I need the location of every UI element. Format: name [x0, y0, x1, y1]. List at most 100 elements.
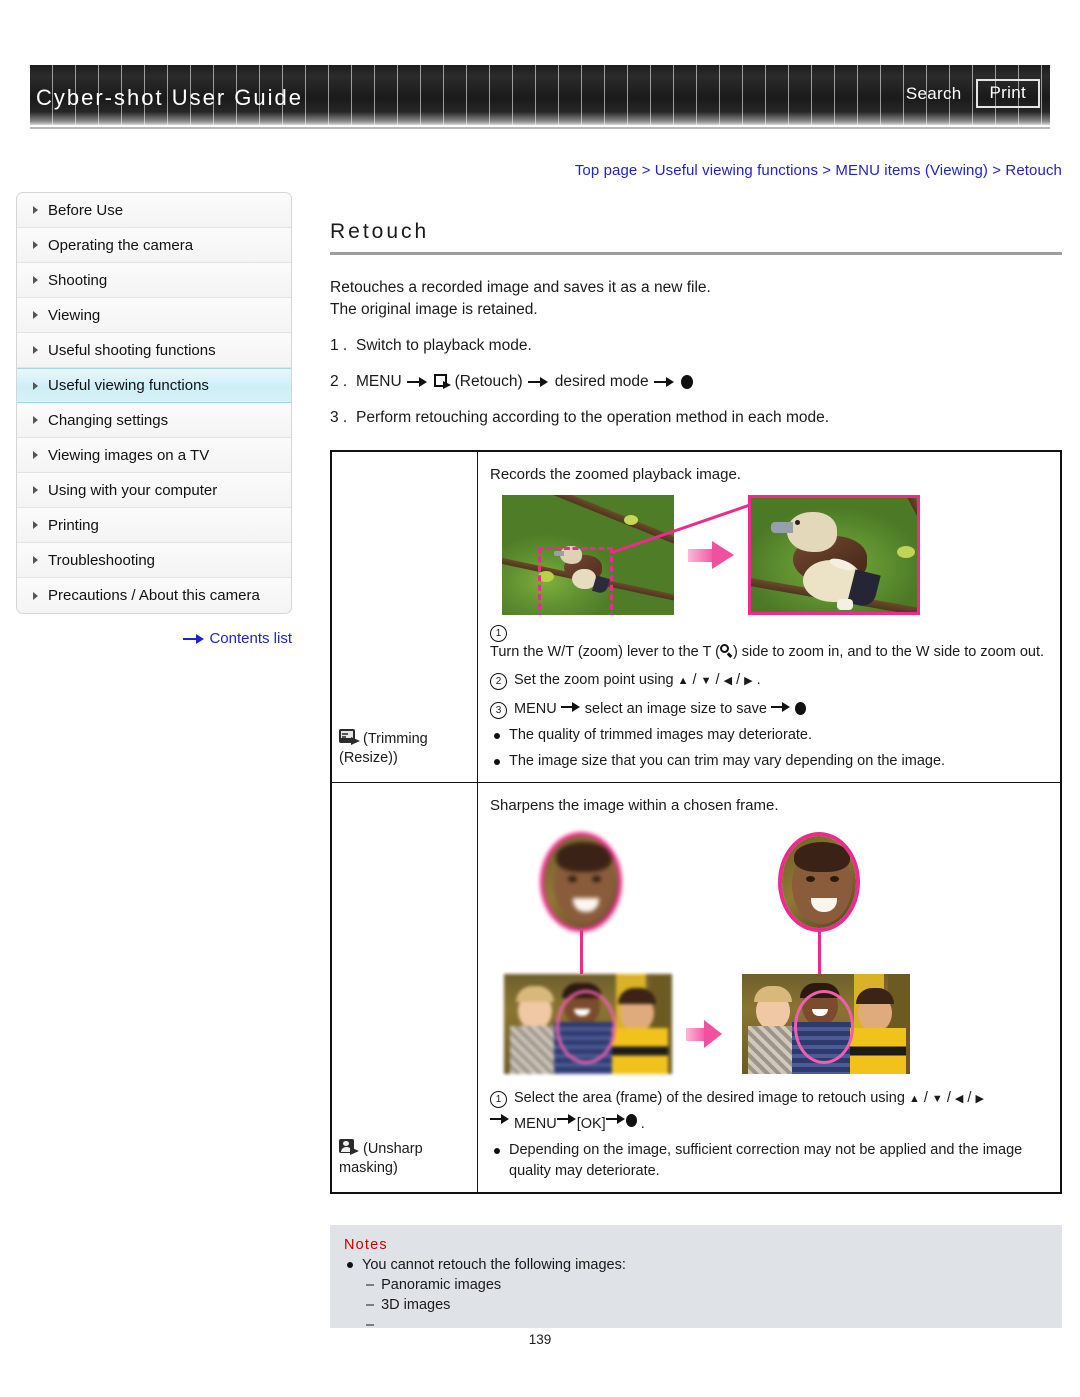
step-3-number: 3 . [330, 409, 348, 426]
breadcrumb[interactable]: Top page > Useful viewing functions > ME… [575, 162, 1062, 179]
center-button-icon [625, 1114, 637, 1127]
transform-arrow-icon [686, 1020, 724, 1048]
sidebar-item-label: Before Use [48, 201, 124, 219]
arrow-right-icon [770, 702, 791, 712]
unsharp-bullet-1-text: Depending on the image, sufficient corre… [509, 1142, 1023, 1179]
trimming-substep-1-text-b: ) side to zoom in, and to the W side to … [732, 644, 1045, 660]
desc-cell-unsharp: Sharpens the image within a chosen frame… [477, 782, 1062, 1194]
unsharp-substep-2: MENU [OK] . [490, 1114, 1050, 1135]
magnified-face-before [540, 832, 622, 932]
kids-photo-before [504, 974, 672, 1074]
arrow-right-icon [527, 376, 550, 388]
step-3-text: Perform retouching according to the oper… [356, 409, 830, 426]
app-header: Cyber-shot User Guide Search Print [30, 65, 1050, 125]
magnifier-connector [818, 930, 821, 974]
note-sub-item-text: Panoramic images [381, 1277, 502, 1293]
down-arrow-icon: ▼ [700, 675, 712, 687]
up-arrow-icon: ▲ [908, 1093, 920, 1105]
sidebar-item-label: Printing [48, 516, 99, 534]
unsharp-substep-2-text-b: [OK] [576, 1116, 606, 1132]
trimming-icon [339, 729, 360, 746]
center-button-icon [680, 375, 693, 389]
magnifier-icon [719, 644, 733, 658]
sidebar-item-changing-settings[interactable]: Changing settings [17, 403, 291, 438]
bullet-icon [494, 1148, 500, 1154]
title-divider [330, 252, 1062, 255]
sidebar-item-operating-the-camera[interactable]: Operating the camera [17, 228, 291, 263]
retouch-modes-table: (Trimming (Resize)) Records the zoomed p… [330, 450, 1062, 1194]
left-arrow-icon: ◀ [723, 675, 733, 687]
mode-label-trimming-b: (Resize)) [339, 750, 398, 766]
chevron-right-icon [33, 381, 38, 390]
sidebar-item-printing[interactable]: Printing [17, 508, 291, 543]
trimming-substep-1: 1 Turn the W/T (zoom) lever to the T ( ) … [490, 622, 1050, 663]
retouch-icon [433, 374, 453, 390]
step-1-number: 1 . [330, 337, 348, 354]
table-row: (Trimming (Resize)) Records the zoomed p… [330, 450, 1062, 783]
mode-cell-unsharp: (Unsharp masking) [330, 782, 478, 1194]
search-link[interactable]: Search [906, 84, 962, 104]
left-arrow-icon: ◀ [954, 1093, 964, 1105]
arrow-right-icon [183, 633, 205, 644]
sidebar-item-shooting[interactable]: Shooting [17, 263, 291, 298]
sidebar-item-label: Precautions / About this camera [48, 587, 260, 604]
sidebar-nav: Before Use Operating the camera Shooting… [16, 192, 292, 614]
dash-icon: – [366, 1297, 375, 1313]
up-arrow-icon: ▲ [677, 675, 689, 687]
trimming-substep-1-text-a: Turn the W/T (zoom) lever to the T ( [490, 644, 720, 660]
step-2-number: 2 . [330, 373, 348, 390]
sidebar-item-useful-viewing-functions[interactable]: Useful viewing functions [17, 368, 291, 403]
sidebar-item-using-with-your-computer[interactable]: Using with your computer [17, 473, 291, 508]
circle-number-icon: 1 [490, 625, 507, 642]
chevron-right-icon [33, 416, 38, 424]
note-sub-item: –3D images [344, 1295, 1062, 1315]
sidebar-item-label: Viewing images on a TV [48, 446, 210, 464]
trimming-substep-2-text-b: . [756, 672, 761, 688]
sidebar-item-label: Shooting [48, 271, 108, 289]
sidebar-item-useful-shooting-functions[interactable]: Useful shooting functions [17, 333, 291, 368]
trimming-substep-2-text-a: Set the zoom point using [514, 672, 674, 688]
sidebar-item-before-use[interactable]: Before Use [17, 193, 291, 228]
sidebar-item-label: Useful viewing functions [48, 377, 209, 394]
sidebar-item-troubleshooting[interactable]: Troubleshooting [17, 543, 291, 578]
step-1-text: Switch to playback mode. [356, 337, 532, 354]
intro-line-1: Retouches a recorded image and saves it … [330, 279, 711, 296]
app-title: Cyber-shot User Guide [36, 85, 303, 110]
step-2-menu-label: MENU [356, 373, 402, 390]
circle-number-icon: 3 [490, 702, 507, 719]
sidebar-item-viewing[interactable]: Viewing [17, 298, 291, 333]
unsharp-bullet-1: Depending on the image, sufficient corre… [490, 1140, 1050, 1182]
trim-selection-box [538, 547, 613, 615]
chevron-right-icon [33, 521, 38, 529]
circle-number-icon: 2 [490, 673, 507, 690]
sidebar-item-viewing-images-on-a-tv[interactable]: Viewing images on a TV [17, 438, 291, 473]
sidebar-item-precautions-about-this-camera[interactable]: Precautions / About this camera [17, 578, 291, 613]
print-button[interactable]: Print [975, 79, 1040, 108]
step-2-retouch-label: (Retouch) [454, 373, 523, 390]
unsharp-substep-1-text-a: Select the area (frame) of the desired i… [514, 1090, 905, 1106]
arrow-right-icon [560, 702, 581, 712]
selected-frame-ring-after [794, 990, 854, 1064]
unsharp-masking-figure [500, 826, 930, 1081]
trimming-bullet-2-text: The image size that you can trim may var… [509, 753, 946, 769]
sidebar-item-label: Useful shooting functions [48, 341, 216, 359]
contents-list-link[interactable]: Contents list [16, 630, 292, 647]
mode-label-unsharp-a: (Unsharp [363, 1141, 423, 1157]
trimming-substep-3-text-b: select an image size to save [584, 701, 767, 717]
chevron-right-icon [33, 486, 38, 494]
chevron-right-icon [33, 241, 38, 249]
desc-cell-trimming: Records the zoomed playback image. 1 Tur… [477, 450, 1062, 783]
chevron-right-icon [33, 451, 38, 459]
arrow-right-icon [653, 376, 676, 388]
magnified-face-after [778, 832, 860, 932]
kids-photo-after [742, 974, 910, 1074]
bullet-icon [347, 1262, 353, 1268]
main-content: Retouch Retouches a recorded image and s… [330, 220, 1062, 429]
page-number: 139 [528, 1332, 552, 1347]
intro-line-2: The original image is retained. [330, 301, 538, 318]
note-sub-item: – Panoramic images [344, 1275, 1062, 1295]
trimming-bullet-1: The quality of trimmed images may deteri… [490, 725, 1050, 746]
right-arrow-icon: ▶ [744, 675, 753, 687]
unsharp-masking-icon [339, 1139, 360, 1156]
header-actions: Search Print [906, 79, 1040, 108]
